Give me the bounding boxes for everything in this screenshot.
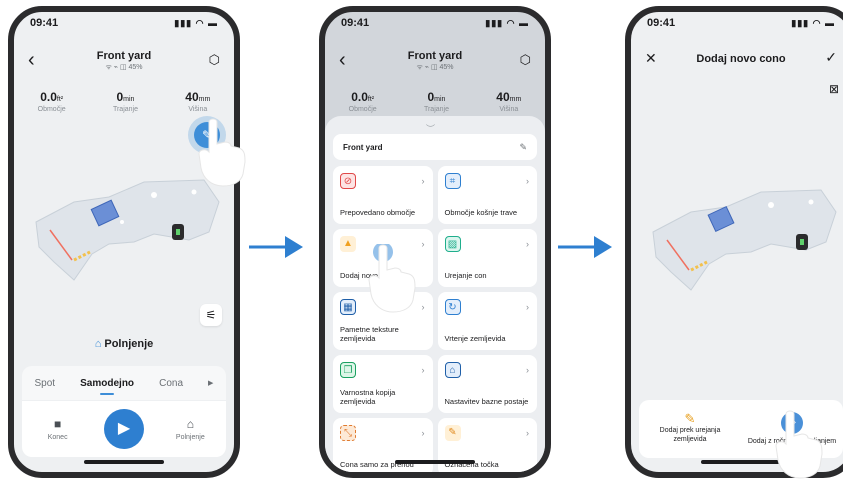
menu-card[interactable]: ⤡ › Cona samo za prehod bbox=[333, 418, 433, 472]
pencil-icon: ✎ bbox=[684, 411, 696, 426]
flow-arrow-icon bbox=[249, 236, 303, 258]
menu-card[interactable]: ✎ › Označena točka bbox=[437, 418, 537, 472]
status-bar: 09:41 ▮▮▮ ◠ ▬ bbox=[631, 12, 843, 34]
status-time: 09:41 bbox=[647, 17, 676, 29]
add-via-map-edit-button[interactable]: ✎ Dodaj prek urejanja zemljevida bbox=[645, 411, 735, 444]
stat-duration: 0min Trajanje bbox=[112, 90, 138, 113]
stat-height: 40mm Višina bbox=[496, 90, 522, 113]
phone-menu-screen: 09:41 ▮▮▮ ◠ ▬ ‹ Front yard ᯤ ⌁ ◫ 45% ⬡ 0… bbox=[319, 6, 551, 478]
mode-tabs: Spot Samodejno Cona ▶ bbox=[22, 366, 226, 400]
menu-grid: ⊘ › Prepovedano območje ⌗ › Območje košnje tr… bbox=[333, 166, 537, 472]
close-icon[interactable]: ✕ bbox=[645, 50, 657, 67]
menu-card-label: Nastavitev bazne postaje bbox=[444, 397, 529, 406]
menu-card-label: Območje košnje trave bbox=[444, 208, 518, 217]
stat-height: 40mm Višina bbox=[185, 90, 211, 113]
signal-icons: ▮▮▮ ◠ ▬ bbox=[174, 17, 218, 28]
status-bar: 09:41 ▮▮▮ ◠ ▬ bbox=[14, 12, 234, 34]
menu-card[interactable]: ↻ › Vrtenje zemljevida bbox=[437, 292, 537, 350]
menu-card[interactable]: ⌗ › Območje košnje trave bbox=[437, 166, 537, 224]
edit-zones-icon: ▨ bbox=[444, 236, 461, 252]
home-indicator bbox=[701, 460, 781, 464]
menu-card[interactable]: ⌂ › Nastavitev bazne postaje bbox=[437, 355, 537, 413]
add-zone-icon: ▲ bbox=[340, 236, 356, 252]
stats-row: 0.0ft² Območje 0min Trajanje 40mm Višina bbox=[14, 90, 234, 113]
marked-point-icon: ✎ bbox=[444, 425, 461, 441]
back-icon[interactable]: ‹ bbox=[28, 50, 35, 70]
signal-icons: ▮▮▮ ◠ ▬ bbox=[791, 17, 835, 28]
home-indicator bbox=[84, 460, 164, 464]
chevron-right-icon: › bbox=[526, 428, 529, 438]
stop-button[interactable]: ■ Konec bbox=[33, 417, 83, 441]
menu-card-label: Varnostna kopija zemljevida bbox=[340, 388, 396, 406]
stat-area: 0.0ft² Območje bbox=[37, 90, 66, 113]
menu-card[interactable]: ❐ › Varnostna kopija zemljevida bbox=[333, 355, 433, 413]
page-title: Dodaj novo cono bbox=[696, 53, 786, 65]
charging-status: ⌂ Polnjenje bbox=[94, 338, 154, 350]
chevron-right-icon: › bbox=[421, 239, 425, 249]
page-title: Front yard bbox=[407, 50, 463, 62]
chevron-right-icon[interactable]: ▶ bbox=[208, 379, 213, 387]
map-tools-sheet: ︶ Front yard ✎ ⊘ › Prepovedano območje ⌗ › Ob… bbox=[325, 116, 545, 472]
map-name: Front yard bbox=[343, 142, 383, 152]
chevron-right-icon: › bbox=[421, 365, 425, 375]
passage-zone-icon: ⤡ bbox=[340, 425, 356, 441]
chevron-right-icon: › bbox=[526, 302, 529, 312]
play-button[interactable]: ▶ bbox=[103, 409, 144, 449]
tab-auto[interactable]: Samodejno bbox=[80, 378, 134, 395]
menu-card-label: Urejanje con bbox=[444, 271, 487, 280]
menu-card-label: Prepovedano območje bbox=[340, 208, 416, 217]
chevron-right-icon: › bbox=[421, 428, 425, 438]
back-icon[interactable]: ‹ bbox=[339, 50, 346, 70]
pencil-icon[interactable]: ✎ bbox=[519, 142, 527, 153]
signal-icons: ▮▮▮ ◠ ▬ bbox=[485, 17, 529, 28]
tab-zone[interactable]: Cona bbox=[159, 378, 183, 389]
control-bar: ■ Konec ▶ ⌂ Polnjenje bbox=[22, 401, 226, 457]
chevron-right-icon: › bbox=[526, 365, 529, 375]
smart-texture-icon: ▦ bbox=[340, 299, 356, 315]
menu-card-label: Vrtenje zemljevida bbox=[444, 334, 506, 343]
settings-sliders-icon[interactable]: ⚟ bbox=[200, 304, 222, 326]
status-time: 09:41 bbox=[30, 17, 59, 29]
page-title: Front yard bbox=[96, 50, 152, 62]
tap-hand-icon bbox=[775, 410, 823, 479]
stop-icon: ■ bbox=[54, 417, 62, 431]
home-icon: ⌂ bbox=[186, 417, 194, 431]
home-indicator bbox=[395, 460, 475, 464]
status-bar: 09:41 ▮▮▮ ◠ ▬ bbox=[325, 12, 545, 34]
hide-layer-icon[interactable]: ⊠ bbox=[829, 82, 839, 96]
status-time: 09:41 bbox=[341, 17, 370, 29]
chevron-right-icon: › bbox=[526, 239, 529, 249]
chevron-right-icon: › bbox=[421, 176, 425, 186]
rotate-map-icon: ↻ bbox=[444, 299, 461, 315]
no-go-zone-icon: ⊘ bbox=[340, 173, 356, 189]
stat-area: 0.0ft² Območje bbox=[348, 90, 377, 113]
phone-main-screen: 09:41 ▮▮▮ ◠ ▬ ‹ Front yard ᯤ ⌁ ◫ 45% ⬡ 0… bbox=[8, 6, 240, 478]
mowing-zone-icon: ⌗ bbox=[444, 173, 461, 189]
chevron-right-icon: › bbox=[526, 176, 529, 186]
confirm-check-icon[interactable]: ✓ bbox=[825, 49, 837, 66]
menu-card-label: Pametne teksture zemljevida bbox=[340, 325, 399, 343]
map-name-bar[interactable]: Front yard ✎ bbox=[333, 134, 537, 160]
base-station-icon: ⌂ bbox=[444, 362, 461, 378]
device-status-subtitle: ᯤ ⌁ ◫ 45% bbox=[416, 64, 454, 71]
map-backup-icon: ❐ bbox=[340, 362, 356, 378]
settings-hex-icon[interactable]: ⬡ bbox=[209, 52, 220, 68]
settings-hex-icon[interactable]: ⬡ bbox=[520, 52, 531, 68]
home-icon: ⌂ bbox=[94, 338, 102, 350]
dock-button[interactable]: ⌂ Polnjenje bbox=[165, 417, 215, 441]
device-status-subtitle: ᯤ ⌁ ◫ 45% bbox=[105, 64, 143, 71]
tap-hand-icon bbox=[198, 118, 246, 187]
tap-hand-icon bbox=[368, 244, 416, 313]
tab-spot[interactable]: Spot bbox=[35, 378, 56, 389]
flow-arrow-icon bbox=[558, 236, 612, 258]
lawn-map[interactable] bbox=[631, 172, 843, 302]
menu-card[interactable]: ▨ › Urejanje con bbox=[437, 229, 537, 287]
stat-duration: 0min Trajanje bbox=[423, 90, 449, 113]
menu-card[interactable]: ⊘ › Prepovedano območje bbox=[333, 166, 433, 224]
phone-add-zone-screen: 09:41 ▮▮▮ ◠ ▬ ✕ Dodaj novo cono ✓ ⊠ ✎ Do… bbox=[625, 6, 843, 478]
stats-row: 0.0ft² Območje 0min Trajanje 40mm Višina bbox=[325, 90, 545, 113]
chevron-right-icon: › bbox=[421, 302, 425, 312]
